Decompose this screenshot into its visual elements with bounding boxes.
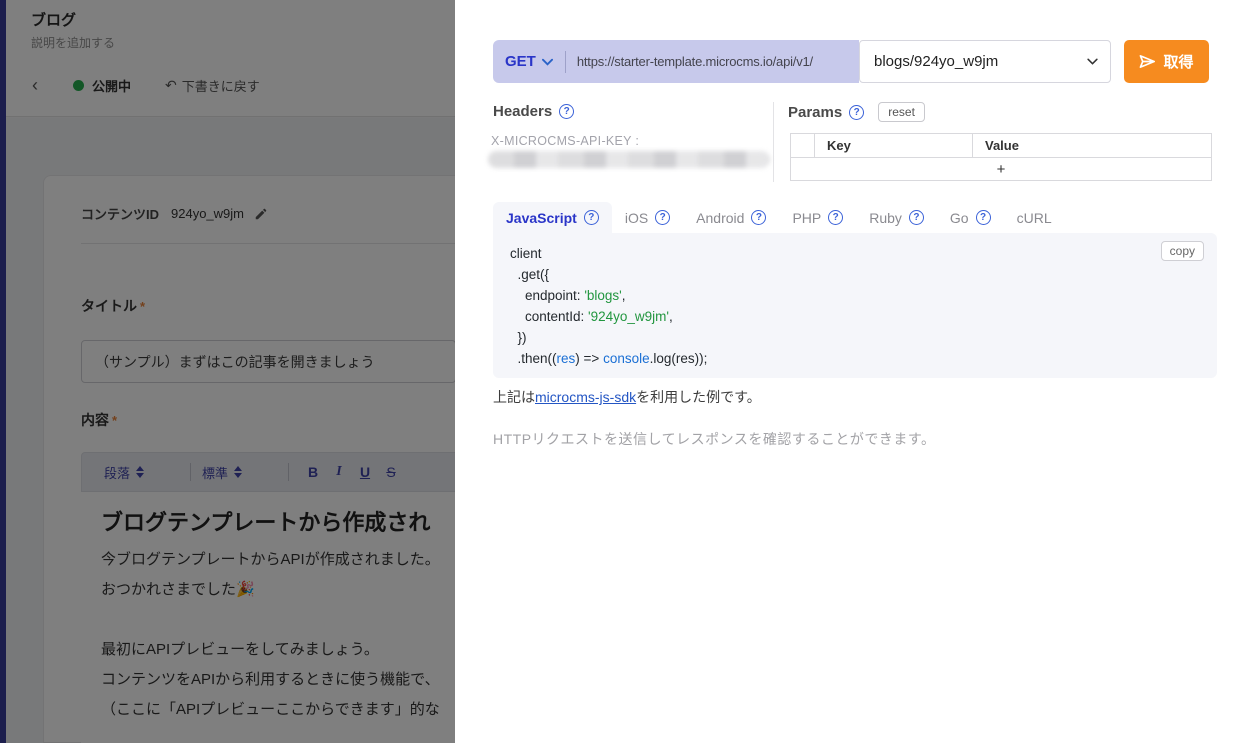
api-key-redacted-value (488, 151, 770, 168)
request-bar: GET https://starter-template.microcms.io… (493, 40, 1209, 83)
params-table: Key Value + (790, 133, 1212, 181)
params-key-header: Key (815, 134, 973, 157)
modal-overlay[interactable] (0, 0, 455, 743)
code-line: .then((res) => console.log(res)); (510, 348, 707, 369)
tab-go[interactable]: Go? (937, 202, 1004, 233)
help-icon[interactable]: ? (584, 210, 599, 225)
reset-button[interactable]: reset (878, 102, 925, 122)
microcms-api-preview-screen: ブログ 説明を追加する ‹ 公開中 ↶ 下書きに戻す コンテンツID 924yo… (0, 0, 1254, 743)
method-url-group: GET https://starter-template.microcms.io… (493, 40, 859, 83)
panel-description: HTTPリクエストを送信してレスポンスを確認することができます。 (493, 429, 935, 449)
params-table-header: Key Value (791, 134, 1211, 158)
language-tabs: JavaScript?iOS?Android?PHP?Ruby?Go?cURL (493, 202, 1065, 233)
params-checkbox-column (791, 134, 815, 157)
fetch-button[interactable]: 取得 (1124, 40, 1209, 83)
tab-label: PHP (792, 210, 821, 226)
params-value-header: Value (973, 134, 1211, 157)
background-content-editor: ブログ 説明を追加する ‹ 公開中 ↶ 下書きに戻す コンテンツID 924yo… (0, 0, 455, 743)
endpoint-value: blogs/924yo_w9jm (874, 53, 998, 70)
code-line: }) (510, 327, 707, 348)
tab-ruby[interactable]: Ruby? (856, 202, 937, 233)
tab-javascript[interactable]: JavaScript? (493, 202, 612, 233)
tab-php[interactable]: PHP? (779, 202, 856, 233)
tab-label: Go (950, 210, 969, 226)
params-title: Params (788, 104, 842, 121)
params-section: Params ? reset (788, 102, 925, 122)
tab-label: JavaScript (506, 210, 577, 226)
tab-label: Ruby (869, 210, 902, 226)
base-url-text: https://starter-template.microcms.io/api… (577, 54, 813, 69)
code-sample-block: copy client .get({ endpoint: 'blogs', co… (493, 233, 1217, 378)
help-icon[interactable]: ? (655, 210, 670, 225)
copy-button[interactable]: copy (1161, 241, 1204, 261)
code-line: .get({ (510, 264, 707, 285)
tab-label: cURL (1017, 210, 1052, 226)
code-line: endpoint: 'blogs', (510, 285, 707, 306)
help-icon[interactable]: ? (559, 104, 574, 119)
tab-android[interactable]: Android? (683, 202, 779, 233)
code-line: client (510, 243, 707, 264)
tab-label: Android (696, 210, 744, 226)
api-preview-panel: GET https://starter-template.microcms.io… (455, 0, 1254, 743)
add-param-button[interactable]: + (791, 158, 1211, 180)
headers-section: Headers ? (493, 103, 574, 120)
send-icon (1139, 54, 1156, 69)
api-key-label: X-MICROCMS-API-KEY : (491, 134, 639, 148)
help-icon[interactable]: ? (751, 210, 766, 225)
help-icon[interactable]: ? (849, 105, 864, 120)
tab-label: iOS (625, 210, 648, 226)
sdk-link[interactable]: microcms-js-sdk (535, 389, 636, 405)
chevron-down-icon (542, 58, 553, 66)
tab-ios[interactable]: iOS? (612, 202, 683, 233)
tab-curl[interactable]: cURL (1004, 202, 1065, 233)
http-method-select[interactable]: GET (505, 53, 553, 70)
sdk-note: 上記はmicrocms-js-sdkを利用した例です。 (493, 387, 761, 407)
code-line: contentId: '924yo_w9jm', (510, 306, 707, 327)
help-icon[interactable]: ? (976, 210, 991, 225)
fetch-button-label: 取得 (1163, 51, 1193, 72)
divider (773, 102, 774, 182)
divider (565, 51, 566, 73)
http-method-label: GET (505, 53, 536, 70)
help-icon[interactable]: ? (909, 210, 924, 225)
code-sample: client .get({ endpoint: 'blogs', content… (510, 243, 707, 369)
endpoint-select[interactable]: blogs/924yo_w9jm (859, 40, 1111, 83)
chevron-down-icon (1087, 58, 1098, 65)
headers-title: Headers (493, 103, 552, 120)
help-icon[interactable]: ? (828, 210, 843, 225)
